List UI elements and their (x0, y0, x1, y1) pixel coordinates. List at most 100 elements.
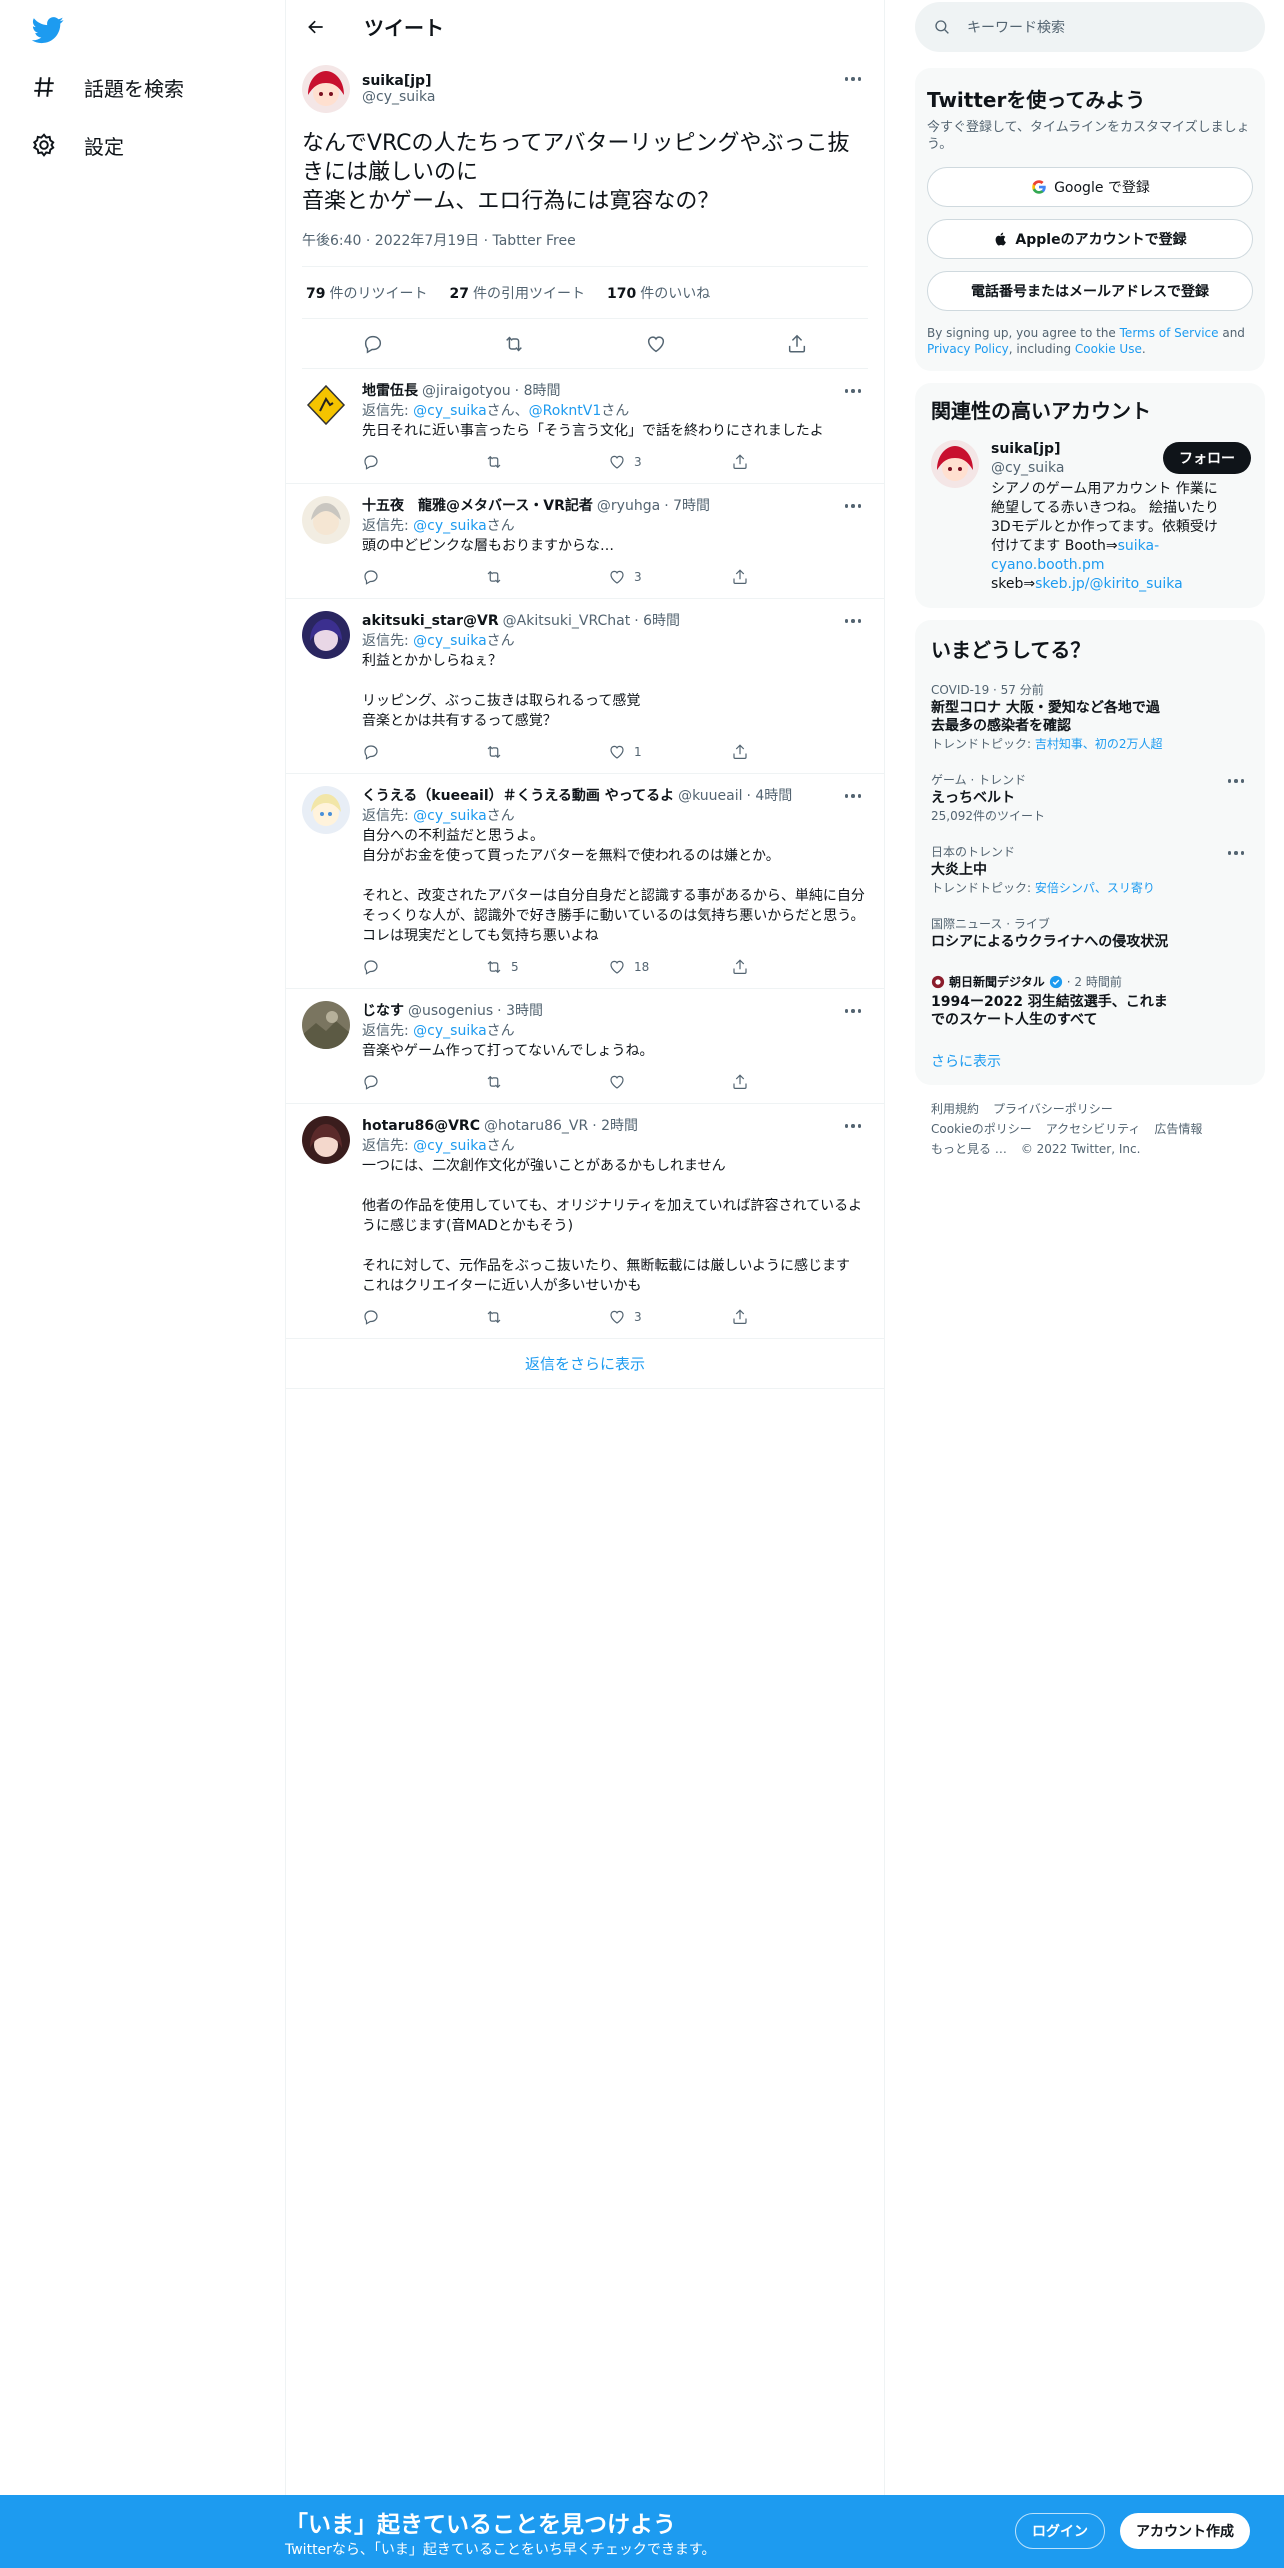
retweet-action[interactable] (485, 568, 608, 586)
more-options-icon[interactable] (838, 496, 868, 516)
reply-author-handle[interactable]: @Akitsuki_VRChat (503, 611, 631, 631)
avatar[interactable] (302, 381, 350, 429)
reply-action[interactable] (362, 453, 485, 471)
footer-privacy-link[interactable]: プライバシーポリシー (993, 1102, 1113, 1116)
reply-author-handle[interactable]: @kuueail (678, 786, 742, 806)
retweet-action[interactable] (485, 453, 608, 471)
reply-author-name[interactable]: hotaru86@VRC (362, 1116, 480, 1136)
retweet-action[interactable]: 5 (485, 957, 608, 977)
like-action[interactable]: 18 (608, 957, 731, 977)
reply-time[interactable]: · 2時間 (592, 1116, 638, 1136)
like-action[interactable]: 1 (608, 742, 731, 762)
trend-topic-link[interactable]: 吉村知事、初の2万人超 (1035, 737, 1163, 751)
footer-more-link[interactable]: もっと見る … (931, 1142, 1007, 1156)
mention-link[interactable]: @cy_suika (413, 633, 486, 649)
more-options-icon[interactable] (1221, 771, 1251, 791)
reply-time[interactable]: · 3時間 (497, 1001, 543, 1021)
reply-author-name[interactable]: 十五夜 龍雅@メタバース・VR記者 (362, 496, 593, 516)
avatar[interactable] (302, 1116, 350, 1164)
avatar[interactable] (302, 496, 350, 544)
reply-action[interactable] (362, 1308, 485, 1326)
share-action[interactable] (731, 743, 854, 761)
share-action[interactable] (731, 568, 854, 586)
like-action[interactable] (608, 1073, 731, 1091)
more-options-icon[interactable] (838, 611, 868, 631)
more-options-icon[interactable] (838, 69, 868, 89)
share-action[interactable] (731, 1073, 854, 1091)
avatar[interactable] (931, 440, 979, 488)
apple-signup-button[interactable]: Appleのアカウントで登録 (927, 219, 1253, 259)
mention-link[interactable]: @cy_suika (413, 1138, 486, 1154)
trend-item[interactable]: COVID-19 · 57 分前 新型コロナ 大阪・愛知など各地で過去最多の感染… (931, 681, 1249, 753)
trend-topic-link[interactable]: 安倍シンパ、スリ寄り (1035, 881, 1155, 895)
reply-tweet[interactable]: くうえる（kueeail）＃くうえる動画 やってるよ @kuueail · 4時間返… (286, 774, 884, 989)
login-button[interactable]: ログイン (1015, 2513, 1105, 2549)
reply-tweet[interactable]: akitsuki_star@VR @Akitsuki_VRChat · 6時間 返信先… (286, 599, 884, 774)
reply-tweet[interactable]: hotaru86@VRC @hotaru86_VR · 2時間 返信先: @cy_su… (286, 1104, 884, 1339)
reply-author-handle[interactable]: @hotaru86_VR (484, 1116, 588, 1136)
follow-button[interactable]: フォロー (1163, 442, 1251, 474)
reply-tweet[interactable]: 十五夜 龍雅@メタバース・VR記者 @ryuhga · 7時間 返信先: @cy_su… (286, 484, 884, 599)
retweet-action[interactable] (485, 743, 608, 761)
footer-cookie-link[interactable]: Cookieのポリシー (931, 1122, 1032, 1136)
footer-ads-link[interactable]: 広告情報 (1154, 1122, 1202, 1136)
phone-email-signup-button[interactable]: 電話番号またはメールアドレスで登録 (927, 271, 1253, 311)
like-icon[interactable] (638, 326, 674, 362)
share-icon[interactable] (779, 326, 815, 362)
reply-time[interactable]: · 4時間 (747, 786, 793, 806)
trends-show-more-link[interactable]: さらに表示 (931, 1051, 1249, 1071)
reply-tweet[interactable]: 地雷伍長 @jiraigotyou · 8時間 返信先: @cy_suikaさん、@R… (286, 369, 884, 484)
skeb-link[interactable]: skeb.jp/@kirito_suika (1035, 576, 1183, 592)
trend-news-item[interactable]: 朝日新聞デジタル · 2 時間前 1994ー2022 羽生結弦選手、これまでのス… (931, 973, 1249, 1029)
more-options-icon[interactable] (1221, 843, 1251, 863)
retweet-action[interactable] (485, 1073, 608, 1091)
trend-item[interactable]: ゲーム · トレンド えっちベルト 25,092件のツイート (931, 771, 1249, 825)
related-account[interactable]: suika[jp] @cy_suika シアノのゲーム用アカウント 作業に絶望し… (931, 440, 1251, 594)
avatar[interactable] (302, 65, 350, 113)
terms-of-service-link[interactable]: Terms of Service (1120, 326, 1219, 340)
mention-link[interactable]: @cy_suika (413, 403, 486, 419)
privacy-policy-link[interactable]: Privacy Policy (927, 342, 1009, 356)
reply-author-handle[interactable]: @jiraigotyou (422, 381, 511, 401)
author-handle[interactable]: @cy_suika (362, 89, 435, 105)
trend-item[interactable]: 国際ニュース · ライブ ロシアによるウクライナへの侵攻状況 (931, 915, 1249, 951)
retweet-icon[interactable] (496, 326, 532, 362)
mention-link[interactable]: @cy_suika (413, 808, 486, 824)
more-options-icon[interactable] (838, 1116, 868, 1136)
avatar[interactable] (302, 786, 350, 834)
reply-action[interactable] (362, 1073, 485, 1091)
reply-author-handle[interactable]: @usogenius (408, 1001, 493, 1021)
nav-explore[interactable]: 話題を検索 (30, 67, 184, 107)
reply-action[interactable] (362, 958, 485, 976)
reply-author-handle[interactable]: @ryuhga (597, 496, 660, 516)
reply-action[interactable] (362, 568, 485, 586)
retweet-action[interactable] (485, 1308, 608, 1326)
cookie-use-link[interactable]: Cookie Use (1075, 342, 1142, 356)
like-action[interactable]: 3 (608, 452, 731, 472)
more-options-icon[interactable] (838, 1001, 868, 1021)
footer-terms-link[interactable]: 利用規約 (931, 1102, 979, 1116)
mention-link[interactable]: @cy_suika (413, 518, 486, 534)
trend-item[interactable]: 日本のトレンド 大炎上中 トレンドトピック: 安倍シンパ、スリ寄り (931, 843, 1249, 897)
reply-author-name[interactable]: 地雷伍長 (362, 381, 418, 401)
author-name[interactable]: suika[jp] (362, 73, 435, 89)
signup-button[interactable]: アカウント作成 (1120, 2513, 1250, 2549)
reply-author-name[interactable]: くうえる（kueeail）＃くうえる動画 やってるよ (362, 786, 674, 806)
footer-accessibility-link[interactable]: アクセシビリティ (1046, 1122, 1141, 1136)
avatar[interactable] (302, 611, 350, 659)
avatar[interactable] (302, 1001, 350, 1049)
reply-time[interactable]: · 8時間 (515, 381, 561, 401)
like-action[interactable]: 3 (608, 1307, 731, 1327)
retweets-stat[interactable]: 79 件のリツイート (306, 283, 427, 303)
like-action[interactable]: 3 (608, 567, 731, 587)
reply-author-name[interactable]: じなす (362, 1001, 404, 1021)
mention-link[interactable]: @RokntV1 (529, 403, 602, 419)
share-action[interactable] (731, 958, 854, 976)
twitter-logo-icon[interactable] (31, 14, 64, 46)
quotes-stat[interactable]: 27 件の引用ツイート (449, 283, 584, 303)
share-action[interactable] (731, 453, 854, 471)
reply-author-name[interactable]: akitsuki_star@VR (362, 611, 499, 631)
mention-link[interactable]: @cy_suika (413, 1023, 486, 1039)
reply-icon[interactable] (355, 326, 391, 362)
google-signup-button[interactable]: Google で登録 (927, 167, 1253, 207)
